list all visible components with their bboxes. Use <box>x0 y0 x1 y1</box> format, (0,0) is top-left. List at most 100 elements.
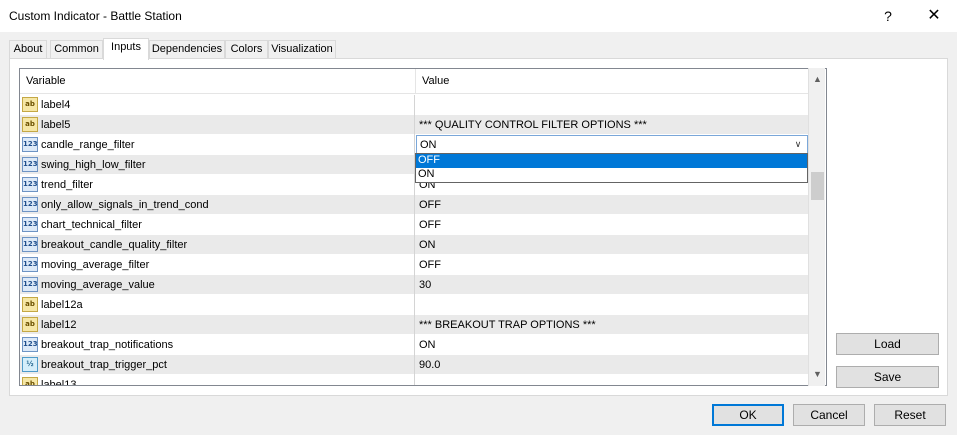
value-cell[interactable]: *** BREAKOUT TRAP OPTIONS *** <box>416 315 808 335</box>
tab-inputs[interactable]: Inputs <box>103 38 149 60</box>
table-row[interactable]: 123 moving_average_value 30 <box>20 275 808 295</box>
table-row[interactable]: ab label5 *** QUALITY CONTROL FILTER OPTIO… <box>20 115 808 135</box>
value-cell[interactable]: OFF <box>416 215 808 235</box>
value-cell[interactable]: ON <box>416 335 808 355</box>
variable-name: breakout_trap_trigger_pct <box>41 359 167 371</box>
variable-name: candle_range_filter <box>41 139 135 151</box>
variable-cell[interactable]: ab label5 <box>20 115 415 135</box>
save-button[interactable]: Save <box>836 366 939 388</box>
grid-rows: ab label4 ab label5 *** QUALITY CONTROL FILT… <box>20 95 808 386</box>
variable-name: swing_high_low_filter <box>41 159 146 171</box>
table-row[interactable]: 123 chart_technical_filter OFF <box>20 215 808 235</box>
variable-cell[interactable]: 123 moving_average_value <box>20 275 415 295</box>
variable-name: breakout_trap_notifications <box>41 339 174 351</box>
int-type-icon: 123 <box>22 217 38 232</box>
value-cell[interactable] <box>416 95 808 115</box>
load-button[interactable]: Load <box>836 333 939 355</box>
table-row[interactable]: ab label12 *** BREAKOUT TRAP OPTIONS *** <box>20 315 808 335</box>
variable-cell[interactable]: 123 trend_filter <box>20 175 415 195</box>
combobox-value: ON <box>420 139 437 151</box>
value-cell[interactable]: 90.0 <box>416 355 808 375</box>
value-cell[interactable] <box>416 375 808 385</box>
tab-colors[interactable]: Colors <box>225 40 268 59</box>
variable-name: moving_average_value <box>41 279 155 291</box>
variable-name: only_allow_signals_in_trend_cond <box>41 199 209 211</box>
variable-name: label13 <box>41 379 77 386</box>
double-type-icon: ½ <box>22 357 38 372</box>
int-type-icon: 123 <box>22 177 38 192</box>
scroll-up-icon[interactable]: ▲ <box>809 71 826 88</box>
scroll-thumb[interactable] <box>811 172 824 200</box>
table-row[interactable]: ab label4 <box>20 95 808 115</box>
value-cell[interactable] <box>416 295 808 315</box>
tab-visualization[interactable]: Visualization <box>268 40 336 59</box>
variable-cell[interactable]: 123 moving_average_filter <box>20 255 415 275</box>
table-row[interactable]: ½ breakout_trap_trigger_pct 90.0 <box>20 355 808 375</box>
int-type-icon: 123 <box>22 197 38 212</box>
value-cell[interactable]: 30 <box>416 275 808 295</box>
column-header-variable[interactable]: Variable <box>20 69 415 94</box>
string-type-icon: ab <box>22 317 38 332</box>
variable-cell[interactable]: ½ breakout_trap_trigger_pct <box>20 355 415 375</box>
dropdown-option-off[interactable]: OFF <box>416 154 807 168</box>
help-button[interactable]: ? <box>872 0 904 32</box>
variable-name: label5 <box>41 119 71 131</box>
variable-name: chart_technical_filter <box>41 219 142 231</box>
table-row[interactable]: 123 moving_average_filter OFF <box>20 255 808 275</box>
variable-cell[interactable]: 123 breakout_trap_notifications <box>20 335 415 355</box>
variable-cell[interactable]: 123 breakout_candle_quality_filter <box>20 235 415 255</box>
string-type-icon: ab <box>22 297 38 312</box>
ok-button[interactable]: OK <box>712 404 784 426</box>
tab-about[interactable]: About <box>9 40 47 59</box>
variable-name: moving_average_filter <box>41 259 150 271</box>
variable-name: label12 <box>41 319 77 331</box>
table-row[interactable]: 123 breakout_candle_quality_filter ON <box>20 235 808 255</box>
table-row[interactable]: ab label12a <box>20 295 808 315</box>
value-cell[interactable]: ON <box>416 235 808 255</box>
value-dropdown-list: OFF ON <box>415 153 808 183</box>
variable-cell[interactable]: 123 only_allow_signals_in_trend_cond <box>20 195 415 215</box>
table-row[interactable]: 123 only_allow_signals_in_trend_cond OFF <box>20 195 808 215</box>
int-type-icon: 123 <box>22 137 38 152</box>
variable-cell[interactable]: ab label12a <box>20 295 415 315</box>
int-type-icon: 123 <box>22 237 38 252</box>
table-row[interactable]: ab label13 <box>20 375 808 386</box>
dropdown-option-on[interactable]: ON <box>416 168 807 182</box>
variable-cell[interactable]: ab label12 <box>20 315 415 335</box>
cancel-button[interactable]: Cancel <box>793 404 865 426</box>
variable-cell[interactable]: 123 swing_high_low_filter <box>20 155 415 175</box>
variable-name: label12a <box>41 299 83 311</box>
variable-name: label4 <box>41 99 71 111</box>
variable-cell[interactable]: ab label13 <box>20 375 415 386</box>
int-type-icon: 123 <box>22 157 38 172</box>
grid-scrollbar[interactable]: ▲ ▼ <box>808 68 825 386</box>
grid-header: Variable Value <box>20 69 808 94</box>
tab-dependencies[interactable]: Dependencies <box>149 40 225 59</box>
inputs-grid: Variable Value ab label4 ab label5 *** QUALI… <box>19 68 827 386</box>
value-cell[interactable]: OFF <box>416 195 808 215</box>
int-type-icon: 123 <box>22 257 38 272</box>
reset-button[interactable]: Reset <box>874 404 946 426</box>
variable-name: trend_filter <box>41 179 93 191</box>
table-row[interactable]: 123 candle_range_filter ON ∨ <box>20 135 808 155</box>
chevron-down-icon[interactable]: ∨ <box>791 136 805 154</box>
value-cell[interactable]: OFF <box>416 255 808 275</box>
variable-cell[interactable]: ab label4 <box>20 95 415 115</box>
variable-cell[interactable]: 123 candle_range_filter <box>20 135 415 155</box>
column-header-value[interactable]: Value <box>416 69 808 94</box>
table-row[interactable]: 123 breakout_trap_notifications ON <box>20 335 808 355</box>
int-type-icon: 123 <box>22 337 38 352</box>
string-type-icon: ab <box>22 377 38 385</box>
value-cell[interactable]: *** QUALITY CONTROL FILTER OPTIONS *** <box>416 115 808 135</box>
close-button[interactable]: ✕ <box>914 0 954 32</box>
value-combobox[interactable]: ON ∨ <box>416 135 808 155</box>
window-title: Custom Indicator - Battle Station <box>9 9 182 23</box>
variable-name: breakout_candle_quality_filter <box>41 239 188 251</box>
title-bar: Custom Indicator - Battle Station ? ✕ <box>0 0 957 32</box>
variable-cell[interactable]: 123 chart_technical_filter <box>20 215 415 235</box>
tab-common[interactable]: Common <box>50 40 103 59</box>
string-type-icon: ab <box>22 97 38 112</box>
scroll-down-icon[interactable]: ▼ <box>809 366 826 383</box>
int-type-icon: 123 <box>22 277 38 292</box>
string-type-icon: ab <box>22 117 38 132</box>
